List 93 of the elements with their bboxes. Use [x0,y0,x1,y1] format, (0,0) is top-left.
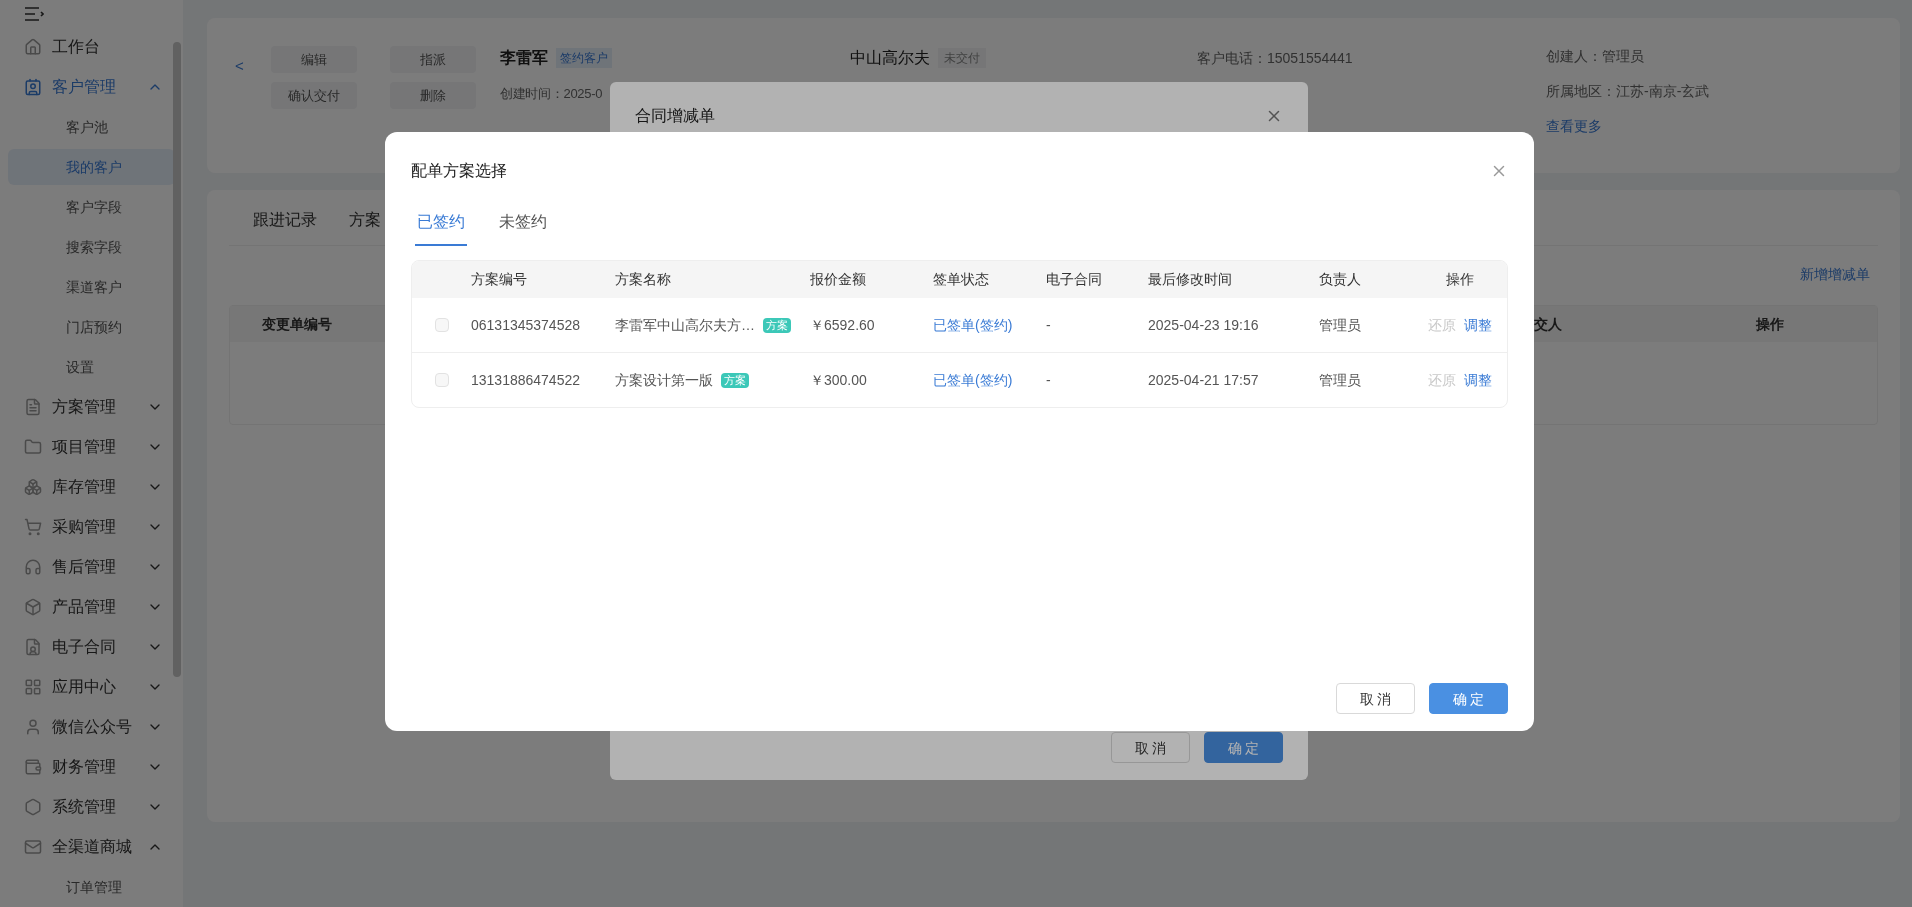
scrollbar[interactable] [173,42,181,677]
detail-tab[interactable]: 方案 [349,208,381,245]
submenu-item[interactable]: 门店预约 [8,309,175,345]
cart-icon [24,518,42,536]
menu-item[interactable]: 方案管理 [0,387,183,427]
phone-text: 客户电话：15051554441 [1197,50,1353,66]
house-icon [24,38,42,56]
wallet-icon [24,758,42,776]
submenu-item[interactable]: 客户字段 [8,189,175,225]
action-button[interactable]: 编辑 [271,46,357,73]
modified-time: 2025-04-23 19:16 [1148,316,1259,333]
contact-card-icon [24,78,42,96]
column-header: 最后修改时间 [1148,271,1232,287]
column-header: 方案名称 [615,271,671,287]
dialog-title: 合同增减单 [635,106,715,126]
region-text: 所属地区：江苏-南京-玄武 [1546,82,1710,101]
modified-time: 2025-04-21 17:57 [1148,371,1259,388]
column-header: 报价金额 [810,271,866,287]
column-header: 签单状态 [933,271,989,287]
submenu-item[interactable]: 客户池 [8,109,175,145]
submenu-item[interactable]: 搜索字段 [8,229,175,265]
column-header: 变更单编号 [262,315,332,332]
adjust-link[interactable]: 调整 [1463,369,1492,391]
folder-icon [24,438,42,456]
add-change-link[interactable]: 新增增减单 [1800,264,1870,305]
column-header: 交人 [1534,315,1562,332]
menu-item[interactable]: 售后管理 [0,547,183,587]
column-header: 方案编号 [471,271,527,287]
dialog-title: 配单方案选择 [411,161,507,181]
dialog-tab[interactable]: 未签约 [497,210,549,246]
menu-icon[interactable] [24,6,44,21]
plan-tag: 方案 [763,317,791,333]
submenu-item[interactable]: 设置 [8,349,175,385]
cancel-button[interactable]: 取 消 [1336,683,1415,714]
document-icon [24,398,42,416]
menu-item[interactable]: 财务管理 [0,747,183,787]
cancel-button[interactable]: 取 消 [1111,732,1190,763]
back-link[interactable]: < [235,57,244,74]
contract-text: - [1046,316,1051,333]
project-name: 中山高尔夫 [850,48,930,68]
plan-tag: 方案 [721,372,749,388]
submenu-item[interactable]: 渠道客户 [8,269,175,305]
plan-name: 方案设计第一版 [615,370,713,390]
detail-tab[interactable]: 跟进记录 [253,208,317,245]
menu-item[interactable]: 产品管理 [0,587,183,627]
grid-icon [24,678,42,696]
dialog-tab[interactable]: 已签约 [415,210,467,246]
creator-text: 创建人：管理员 [1546,47,1645,66]
menu-item[interactable]: 应用中心 [0,667,183,707]
menu-item[interactable]: 采购管理 [0,507,183,547]
boxes-icon [24,478,42,496]
created-time: 创建时间：2025-0 [500,85,604,103]
action-button[interactable]: 删除 [390,82,476,109]
menu-item[interactable]: 微信公众号 [0,707,183,747]
contract-icon [24,638,42,656]
menu-item[interactable]: 客户管理 [0,67,183,107]
owner-text: 管理员 [1319,371,1361,388]
menu-item[interactable]: 系统管理 [0,787,183,827]
submenu-item[interactable]: 我的客户 [8,149,175,185]
adjust-link[interactable]: 调整 [1463,314,1492,336]
menu-item[interactable]: 全渠道商城 [0,827,183,867]
plan-name: 李雷军中山高尔夫方… [615,315,755,335]
status-link[interactable]: 已签单(签约) [933,316,1013,333]
column-header: 操作 [1445,271,1474,287]
column-header: 负责人 [1319,271,1361,287]
contract-text: - [1046,371,1051,388]
status-tag: 签约客户 [556,48,612,68]
plan-code: 06131345374528 [471,316,580,333]
user-icon [24,718,42,736]
headset-icon [24,558,42,576]
menu-item[interactable]: 电子合同 [0,627,183,667]
action-button[interactable]: 指派 [390,46,476,73]
box-icon [24,598,42,616]
confirm-button[interactable]: 确 定 [1429,683,1508,714]
envelope-icon [24,838,42,856]
menu-item[interactable]: 库存管理 [0,467,183,507]
price-text: ￥6592.60 [810,316,875,333]
action-button[interactable]: 确认交付 [271,82,357,109]
price-text: ￥300.00 [810,371,867,388]
submenu-item[interactable]: 订单管理 [8,869,175,905]
customer-name: 李雷军 [500,48,548,68]
menu-item[interactable]: 项目管理 [0,427,183,467]
column-header: 操作 [1756,315,1784,332]
status-link[interactable]: 已签单(签约) [933,371,1013,388]
plan-code: 13131886474522 [471,371,580,388]
column-header: 电子合同 [1046,271,1102,287]
view-more-link[interactable]: 查看更多 [1546,116,1710,137]
menu-item[interactable]: 工作台 [0,27,183,67]
confirm-button[interactable]: 确 定 [1204,732,1283,763]
row-checkbox[interactable] [434,318,449,332]
owner-text: 管理员 [1319,316,1361,333]
row-checkbox[interactable] [434,373,449,387]
hexagon-icon [24,798,42,816]
